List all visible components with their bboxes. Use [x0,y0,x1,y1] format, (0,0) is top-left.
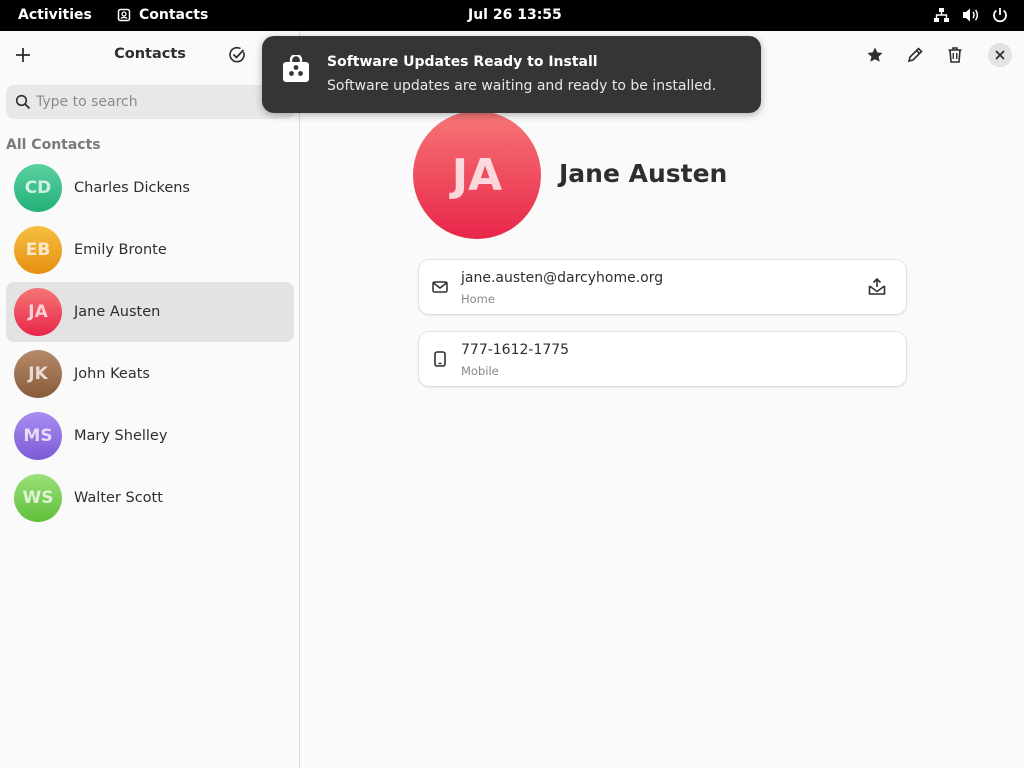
contact-row-mary-shelley[interactable]: MS Mary Shelley [6,406,294,466]
top-bar: Activities Contacts Jul 26 13:55 [0,0,1024,31]
phone-value: 777-1612-1775 [461,342,570,358]
selection-mode-button[interactable] [228,46,246,68]
phone-icon [434,351,446,371]
sidebar-title: Contacts [114,46,186,62]
delete-button[interactable] [945,45,965,65]
email-value: jane.austen@darcyhome.org [461,270,664,286]
star-icon [867,47,883,62]
search-entry[interactable] [6,85,294,119]
power-icon [992,7,1008,23]
notification-body: Software updates are waiting and ready t… [327,78,717,94]
close-icon [995,50,1005,60]
notification-title: Software Updates Ready to Install [327,54,598,70]
send-email-button[interactable] [868,277,886,300]
contact-row-john-keats[interactable]: JK John Keats [6,344,294,404]
email-type: Home [461,292,495,306]
app-menu-label: Contacts [139,7,209,23]
pencil-icon [907,47,923,63]
contact-name: Walter Scott [74,490,163,506]
mail-icon [432,279,448,298]
avatar: CD [14,164,62,212]
contact-row-jane-austen[interactable]: JA Jane Austen [6,282,294,342]
contact-name: Charles Dickens [74,180,190,196]
avatar: MS [14,412,62,460]
edit-button[interactable] [905,45,925,65]
search-icon [15,94,31,114]
avatar: EB [14,226,62,274]
email-row[interactable]: jane.austen@darcyhome.org Home [419,260,906,314]
check-circle-icon [229,46,245,63]
trash-icon [948,47,962,63]
close-button[interactable] [988,43,1012,67]
contact-name: John Keats [74,366,150,382]
software-update-icon [282,53,310,87]
favorite-button[interactable] [865,45,885,65]
contact-detail-pane: JA Jane Austen jane.austen@darcyhome.org… [301,31,1024,768]
avatar: JA [14,288,62,336]
activities-button[interactable]: Activities [18,7,92,23]
contact-row-charles-dickens[interactable]: CD Charles Dickens [6,158,294,218]
app-menu[interactable]: Contacts [117,7,208,23]
avatar: JK [14,350,62,398]
contact-full-name: Jane Austen [559,159,728,188]
avatar: WS [14,474,62,522]
contact-avatar: JA [413,111,541,239]
clock[interactable]: Jul 26 13:55 [468,7,562,23]
phone-type: Mobile [461,364,499,378]
sidebar-header: Contacts [0,31,300,79]
contact-row-emily-bronte[interactable]: EB Emily Bronte [6,220,294,280]
phone-row[interactable]: 777-1612-1775 Mobile [419,332,906,386]
contacts-app-icon [117,8,131,22]
system-menu[interactable] [933,7,1008,23]
contact-row-walter-scott[interactable]: WS Walter Scott [6,468,294,528]
network-icon [933,7,950,23]
contact-name: Jane Austen [74,304,161,320]
search-input[interactable] [36,91,276,113]
all-contacts-label: All Contacts [6,137,101,153]
contact-list: CD Charles Dickens EB Emily Bronte JA Ja… [6,158,294,530]
volume-icon [962,7,980,23]
contact-name: Emily Bronte [74,242,167,258]
notification-banner[interactable]: Software Updates Ready to Install Softwa… [262,36,761,113]
contact-name: Mary Shelley [74,428,168,444]
send-mail-icon [868,277,886,295]
contacts-sidebar: Contacts All Contacts CD Charles Dickens… [0,31,300,768]
